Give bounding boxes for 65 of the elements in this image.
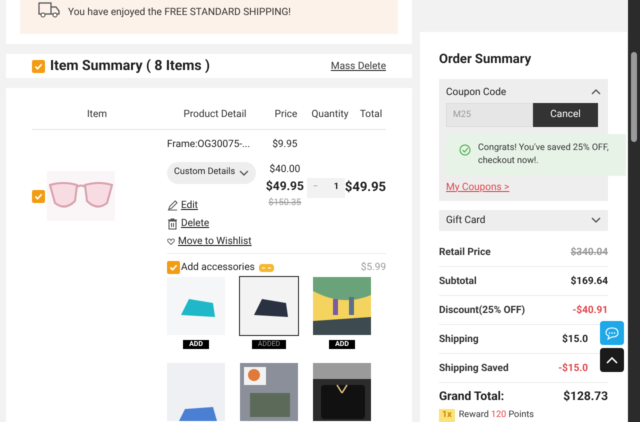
truck-icon: [38, 0, 60, 18]
item-price: $49.95: [266, 178, 304, 195]
grand-total-label: Grand Total:: [439, 388, 504, 405]
frame-name: Frame:OG30075-...: [167, 138, 251, 152]
checkbox[interactable]: [32, 190, 45, 202]
item-total: $49.95: [344, 179, 386, 198]
chevron-icon: [591, 89, 601, 95]
heart-icon: [167, 238, 175, 245]
reward-text: Reward 120 Points: [458, 408, 534, 422]
summary-value: $15.0: [562, 332, 588, 347]
order-summary-title: Order Summary: [439, 51, 532, 69]
mass-delete-link[interactable]: Mass Delete: [330, 58, 386, 74]
summary-label: Discount(25% OFF): [439, 304, 525, 318]
delete-link[interactable]: Delete: [167, 216, 210, 231]
summary-value: $169.64: [570, 274, 608, 289]
column-header: Quantity: [310, 108, 350, 122]
accessory-tile[interactable]: [239, 362, 299, 422]
item-summary-title: Item Summary ( 8 Items ): [50, 56, 210, 76]
summary-label: Retail Price: [439, 246, 491, 260]
gift-card-section[interactable]: Gift Card: [439, 210, 608, 232]
quantity-value: 1: [334, 181, 339, 194]
accessory-tile[interactable]: [312, 276, 372, 336]
accessory-tile[interactable]: [166, 362, 226, 422]
cancel-button[interactable]: Cancel: [533, 102, 598, 126]
summary-label: Subtotal: [439, 274, 477, 289]
back-to-top-button[interactable]: [600, 348, 624, 372]
chat-icon: [605, 326, 619, 340]
summary-value: $340.04: [570, 246, 608, 260]
pencil-icon: [167, 200, 178, 211]
accessories-label: Add accessories: [181, 261, 255, 275]
column-header: Price: [274, 108, 298, 122]
accessory-tile[interactable]: [312, 362, 372, 422]
accessory-tile[interactable]: [166, 276, 226, 336]
chevron-icon: [591, 217, 601, 224]
coupon-label: Coupon Code: [446, 86, 506, 100]
coupon-message-text: Congrats! You've saved 25% OFF, checkout now!.: [478, 142, 610, 168]
checkbox[interactable]: [167, 261, 180, 274]
scrollbar[interactable]: [628, 0, 640, 422]
chevron-icon: [239, 170, 249, 176]
quantity-stepper[interactable]: − 1: [306, 178, 345, 198]
summary-value: -$15.0: [558, 362, 588, 376]
my-coupons-link[interactable]: My Coupons >: [446, 180, 510, 194]
glasses-badge-icon: [258, 264, 274, 272]
grand-total-value: $128.73: [563, 388, 608, 405]
edit-link[interactable]: Edit: [167, 198, 198, 213]
price-part: $9.95: [272, 138, 298, 152]
column-header: Product Detail: [182, 108, 248, 122]
original-price: $150.35: [268, 197, 302, 210]
summary-label: Shipping: [439, 332, 479, 347]
shipping-message: You have enjoyed the FREE STANDARD SHIPPING!: [68, 6, 291, 20]
chevron-up-icon: [606, 356, 618, 364]
column-header: Total: [358, 108, 384, 122]
check-circle-icon: [459, 144, 471, 156]
reward-badge: 1x: [439, 408, 455, 422]
gift-card-label: Gift Card: [446, 214, 486, 228]
wishlist-link[interactable]: Move to Wishlist: [167, 234, 252, 249]
custom-details-dropdown[interactable]: Custom Details: [167, 162, 256, 184]
column-header: Item: [86, 108, 108, 122]
accessories-price: $5.99: [360, 260, 386, 275]
checkbox[interactable]: [32, 60, 45, 72]
accessory-tile[interactable]: [239, 276, 299, 336]
summary-value: -$40.91: [572, 304, 608, 318]
price-part: $40.00: [270, 162, 300, 177]
summary-label: Shipping Saved: [439, 362, 509, 376]
trash-icon: [167, 218, 178, 230]
